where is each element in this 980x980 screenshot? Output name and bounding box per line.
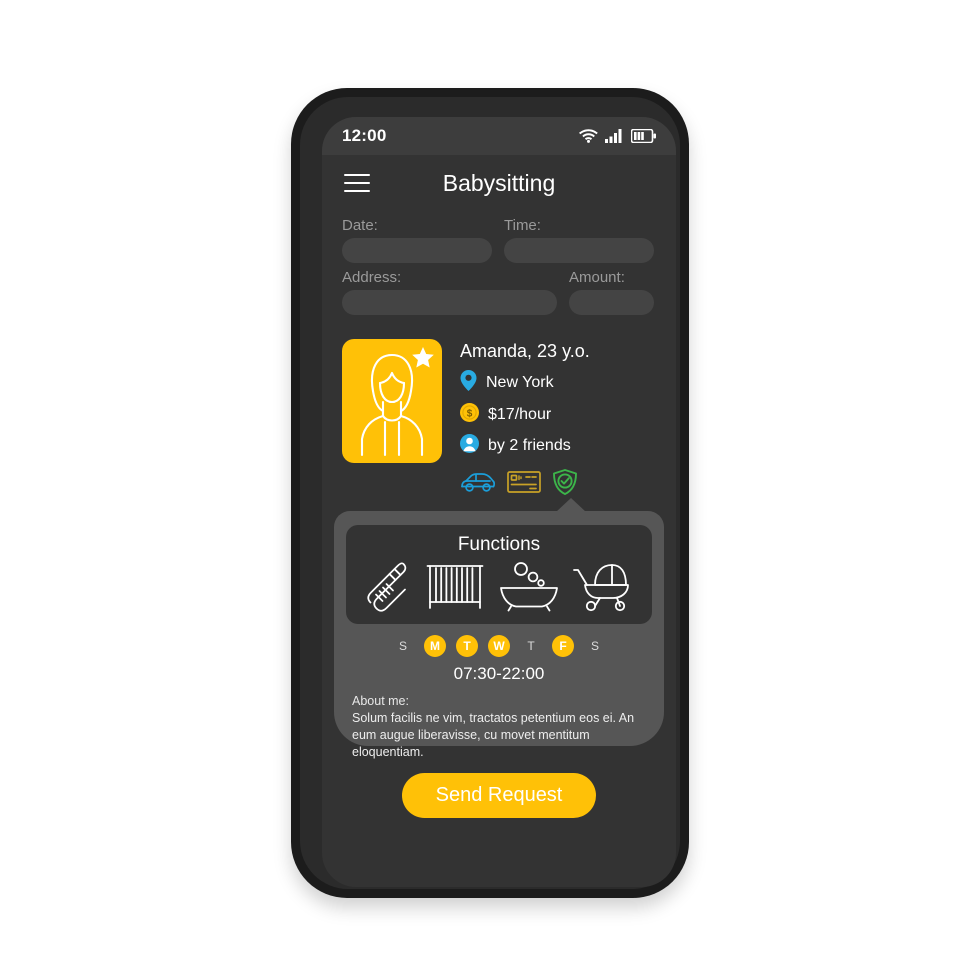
credit-card-icon xyxy=(507,470,541,494)
verification-badges xyxy=(460,469,590,495)
form-field-time: Time: xyxy=(504,217,654,263)
coin-dollar-icon: $ xyxy=(460,403,479,427)
page-title: Babysitting xyxy=(442,169,556,196)
day-tue[interactable]: T xyxy=(456,635,478,657)
schedule-hours: 07:30-22:00 xyxy=(453,664,545,683)
profile-friends: by 2 friends xyxy=(488,437,571,454)
send-request-button[interactable]: Send Request xyxy=(401,772,597,818)
shield-check-icon xyxy=(552,469,578,495)
address-input[interactable] xyxy=(342,290,557,315)
battery-icon xyxy=(631,129,656,143)
day-selector: S M T W T F S xyxy=(346,635,652,657)
form-field-amount: Amount: xyxy=(569,269,654,315)
profile-info: Amanda, 23 y.o. New York $ $17/hour by 2… xyxy=(460,339,590,495)
details-card: Functions S M T W T F S 07:30-22:00 Abou… xyxy=(334,498,664,818)
status-icons xyxy=(579,129,656,143)
functions-title: Functions xyxy=(457,534,541,555)
svg-text:$: $ xyxy=(467,409,473,420)
day-sun[interactable]: S xyxy=(392,635,414,657)
day-sat[interactable]: S xyxy=(584,635,606,657)
app-header: Babysitting xyxy=(322,155,676,211)
form-row-date-time: Date: Time: xyxy=(342,217,656,263)
day-fri[interactable]: F xyxy=(552,635,574,657)
profile-location: New York xyxy=(486,374,554,391)
crib-icon[interactable] xyxy=(426,562,484,612)
functions-panel: Functions xyxy=(346,525,652,624)
person-icon xyxy=(460,434,479,458)
send-button-wrap: Send Request xyxy=(346,772,652,818)
status-time: 12:00 xyxy=(342,126,387,145)
bubble-tail xyxy=(556,498,586,512)
phone-screen: 12:00 Babysitting Date: Time: Address: A… xyxy=(322,117,676,887)
form-row-address-amount: Address: Amount: xyxy=(342,269,656,315)
amount-label: Amount: xyxy=(569,269,625,286)
phone-frame: 12:00 Babysitting Date: Time: Address: A… xyxy=(291,88,689,898)
wifi-icon xyxy=(579,129,598,143)
profile-rate: $17/hour xyxy=(488,406,552,423)
status-bar: 12:00 xyxy=(322,117,676,155)
functions-icon-list xyxy=(354,560,644,612)
star-icon xyxy=(412,347,434,368)
about-text: Solum facilis ne vim, tractatos petentiu… xyxy=(352,711,635,759)
amount-input[interactable] xyxy=(569,290,654,315)
profile-friends-row: by 2 friends xyxy=(460,434,590,458)
about-label: About me: xyxy=(352,694,409,708)
day-thu[interactable]: T xyxy=(520,635,542,657)
time-input[interactable] xyxy=(504,238,654,263)
date-label: Date: xyxy=(342,217,378,234)
day-mon[interactable]: M xyxy=(424,635,446,657)
profile-location-row: New York xyxy=(460,370,590,396)
phone-bezel: 12:00 Babysitting Date: Time: Address: A… xyxy=(300,97,680,889)
bathtub-icon[interactable] xyxy=(498,560,560,612)
address-label: Address: xyxy=(342,269,402,286)
time-label: Time: xyxy=(504,217,541,234)
form-field-date: Date: xyxy=(342,217,492,263)
cellular-signal-icon xyxy=(605,129,624,143)
hamburger-menu-icon[interactable] xyxy=(344,174,370,192)
form-field-address: Address: xyxy=(342,269,557,315)
day-wed[interactable]: W xyxy=(488,635,510,657)
profile-section: Amanda, 23 y.o. New York $ $17/hour by 2… xyxy=(322,321,676,495)
profile-rate-row: $ $17/hour xyxy=(460,403,590,427)
baby-bottle-icon[interactable] xyxy=(367,560,413,612)
about-section: About me: Solum facilis ne vim, tractato… xyxy=(346,684,652,761)
date-input[interactable] xyxy=(342,238,492,263)
stroller-icon[interactable] xyxy=(573,560,631,612)
avatar[interactable] xyxy=(342,339,442,463)
car-icon xyxy=(460,470,496,494)
profile-name: Amanda, 23 y.o. xyxy=(460,341,590,361)
booking-form: Date: Time: Address: Amount: xyxy=(322,211,676,315)
location-pin-icon xyxy=(460,370,477,396)
